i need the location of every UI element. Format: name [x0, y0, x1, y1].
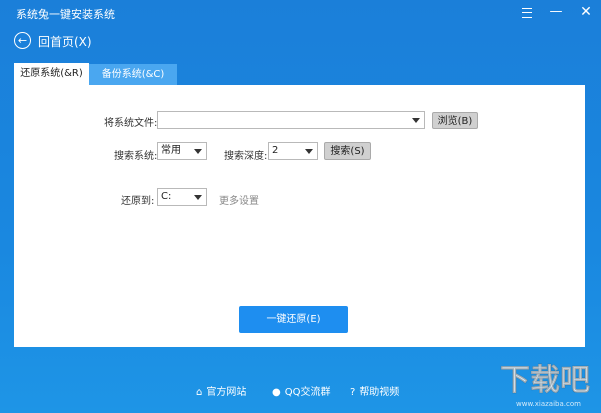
chevron-down-icon [194, 195, 202, 200]
help-video-link[interactable]: ? 帮助视频 [350, 383, 399, 398]
search-system-value: 常用 [161, 145, 181, 156]
help-video-label: 帮助视频 [359, 387, 400, 398]
minimize-button[interactable]: — [545, 2, 567, 22]
tab-backup-system[interactable]: 备份系统(&C) [89, 64, 177, 85]
restore-panel: 将系统文件: 浏览(B) 搜索系统: 常用 搜索深度: 2 搜索(S) 还原到:… [14, 85, 585, 347]
search-depth-select[interactable]: 2 [268, 142, 318, 160]
restore-to-label: 还原到: [121, 196, 155, 207]
chevron-down-icon [194, 149, 202, 154]
watermark-url: www.xiazaiba.com [516, 400, 581, 408]
watermark-brand: 下载吧 [500, 363, 590, 398]
file-label: 将系统文件: [104, 118, 158, 129]
qq-group-label: QQ交流群 [284, 387, 331, 398]
watermark-logo: 下载吧 www.xiazaiba.com [496, 352, 596, 410]
watermark-graphic: 下载吧 www.xiazaiba.com [500, 363, 591, 408]
search-depth-label: 搜索深度: [224, 151, 268, 162]
chevron-down-icon [305, 149, 313, 154]
minimize-icon: — [549, 4, 563, 19]
app-window: 系统兔一键安装系统 — ✕ ← 回首页(X) 还原系统(&R) 备份系统(&C)… [0, 0, 601, 413]
tab-restore-system[interactable]: 还原系统(&R) [14, 63, 89, 85]
close-icon: ✕ [580, 4, 592, 20]
close-button[interactable]: ✕ [575, 2, 597, 22]
qq-icon: ● [272, 387, 281, 398]
help-icon: ? [350, 387, 356, 398]
app-title: 系统兔一键安装系统 [16, 8, 115, 21]
chevron-down-icon [412, 118, 420, 123]
restore-to-value: C: [161, 191, 172, 202]
title-bar: 系统兔一键安装系统 — ✕ [0, 0, 601, 26]
qq-group-link[interactable]: ● QQ交流群 [272, 383, 330, 398]
one-click-restore-button[interactable]: 一键还原(E) [239, 306, 348, 333]
restore-to-select[interactable]: C: [157, 188, 207, 206]
browse-button[interactable]: 浏览(B) [432, 112, 478, 129]
arrow-left-circle-icon: ← [14, 32, 31, 49]
official-website-link[interactable]: ⌂ 官方网站 [196, 383, 246, 398]
system-file-combobox[interactable] [157, 111, 425, 129]
search-depth-value: 2 [272, 145, 279, 156]
menu-icon [522, 8, 532, 18]
search-system-select[interactable]: 常用 [157, 142, 207, 160]
official-website-label: 官方网站 [206, 387, 247, 398]
more-settings-link[interactable]: 更多设置 [219, 192, 259, 207]
home-icon: ⌂ [196, 387, 203, 398]
search-system-label: 搜索系统: [114, 151, 158, 162]
back-home-label: 回首页(X) [38, 35, 92, 49]
menu-button[interactable] [516, 2, 538, 22]
search-button[interactable]: 搜索(S) [324, 142, 371, 160]
